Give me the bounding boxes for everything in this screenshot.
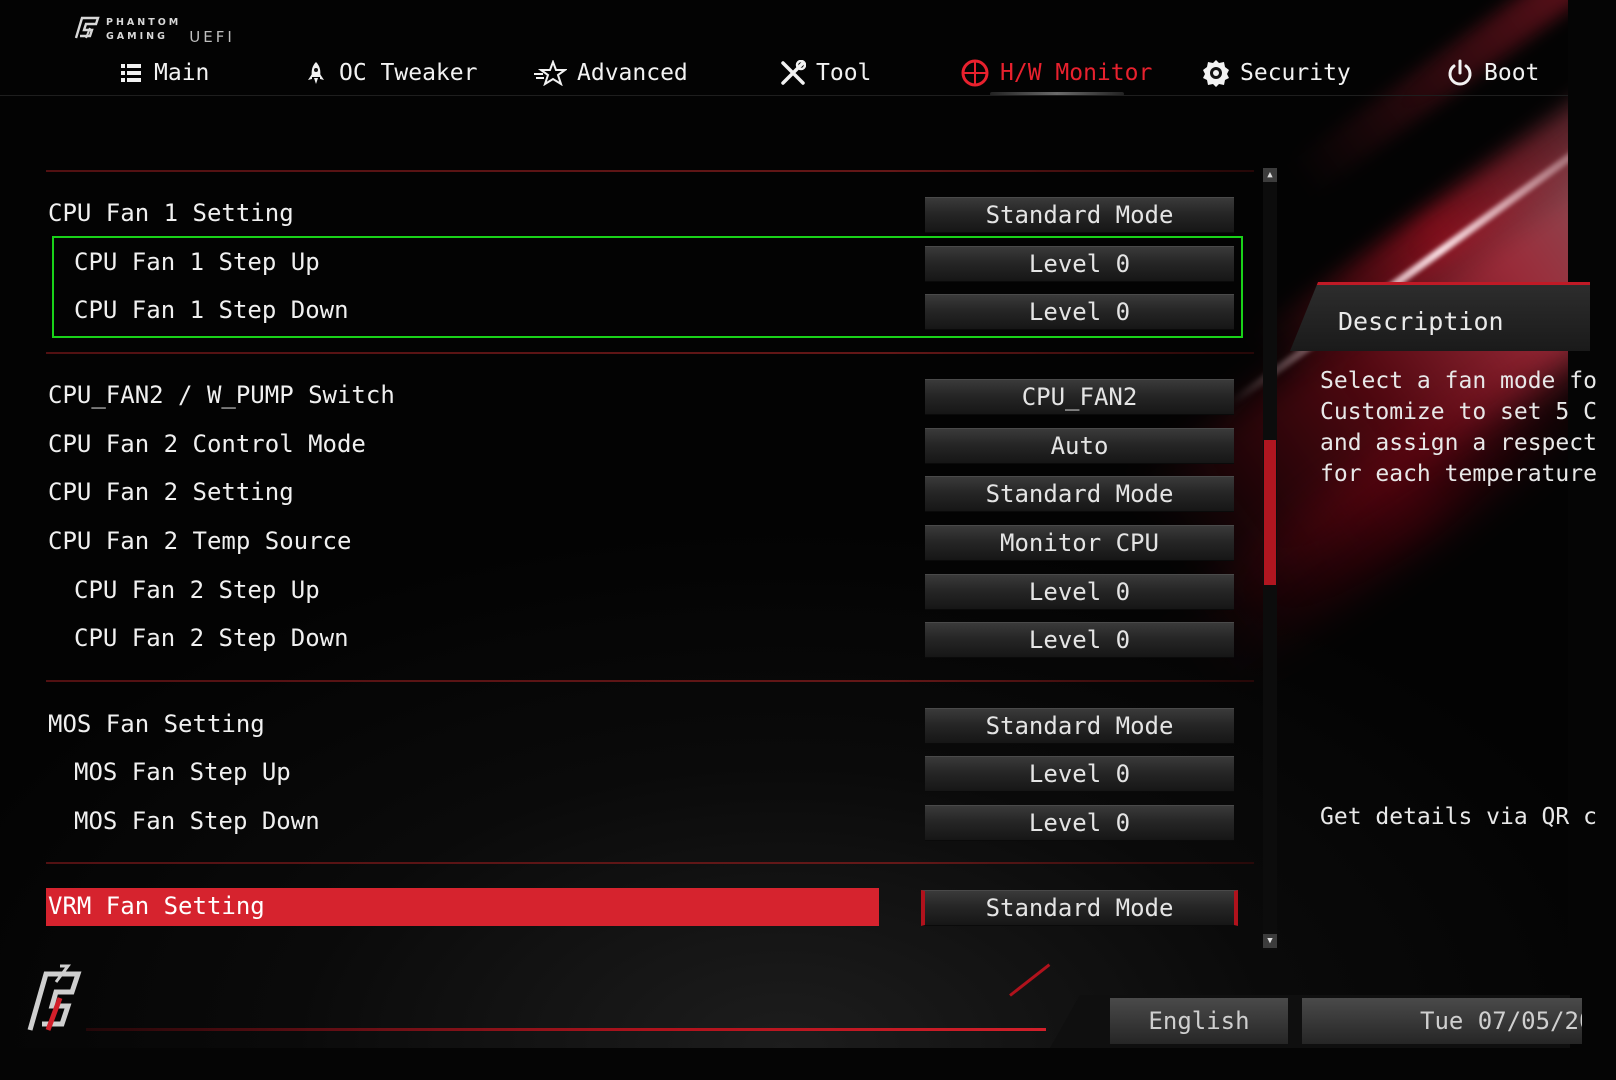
setting-value[interactable]: Standard Mode [925,708,1234,744]
setting-label: CPU Fan 2 Temp Source [48,527,352,555]
setting-row-cpu-fan1-step-up[interactable]: CPU Fan 1 Step Up Level 0 [46,240,1246,284]
list-icon [121,64,141,82]
setting-value[interactable]: Level 0 [925,756,1234,792]
tab-main-label: Main [154,60,210,86]
tab-oc-tweaker[interactable]: OC Tweaker [303,52,477,94]
tab-boot[interactable]: Boot [1446,52,1539,94]
setting-row-cpu-fan2-pump-switch[interactable]: CPU_FAN2 / W_PUMP Switch CPU_FAN2 [46,373,1246,417]
brand-line-2: GAMING [106,31,168,42]
setting-value[interactable]: Standard Mode [925,476,1234,512]
setting-label: MOS Fan Setting [48,710,265,738]
setting-row-cpu-fan2-step-down[interactable]: CPU Fan 2 Step Down Level 0 [46,616,1246,660]
description-text: Select a fan mode fo Customize to set 5 … [1320,368,1597,487]
setting-label: CPU Fan 2 Setting [48,478,294,506]
tab-security-label: Security [1240,60,1351,86]
setting-value[interactable]: Level 0 [925,622,1234,658]
monitor-gauge-icon [961,59,989,87]
setting-row-cpu-fan1-setting[interactable]: CPU Fan 1 Setting Standard Mode [46,191,1246,235]
setting-row-cpu-fan2-control-mode[interactable]: CPU Fan 2 Control Mode Auto [46,422,1246,466]
scroll-down-arrow-icon[interactable]: ▼ [1263,934,1277,948]
setting-label: MOS Fan Step Up [74,758,291,786]
setting-row-cpu-fan2-setting[interactable]: CPU Fan 2 Setting Standard Mode [46,470,1246,514]
setting-row-cpu-fan2-step-up[interactable]: CPU Fan 2 Step Up Level 0 [46,568,1246,612]
setting-row-cpu-fan1-step-down[interactable]: CPU Fan 1 Step Down Level 0 [46,288,1246,332]
setting-label: CPU Fan 1 Step Up [74,248,320,276]
setting-value[interactable]: Level 0 [925,805,1234,841]
tab-hw-monitor[interactable]: H/W Monitor [960,52,1153,96]
description-title: Description [1338,307,1504,336]
datetime-display: Tue 07/05/20 [1302,998,1582,1044]
description-header: Description [1290,282,1590,351]
setting-row-mos-fan-setting[interactable]: MOS Fan Setting Standard Mode [46,702,1246,746]
shield-badge-icon [1203,60,1229,87]
setting-row-mos-fan-step-down[interactable]: MOS Fan Step Down Level 0 [46,799,1246,843]
setting-value[interactable]: Level 0 [925,246,1234,282]
tab-main[interactable]: Main [118,52,209,94]
setting-value[interactable]: Auto [925,428,1234,464]
setting-row-vrm-fan-setting[interactable]: VRM Fan Setting Standard Mode [46,884,1246,928]
tab-boot-label: Boot [1484,60,1540,86]
phantom-gaming-emblem-icon [27,964,82,1031]
group-divider [46,170,1254,172]
tab-security[interactable]: Security [1202,52,1351,94]
setting-row-mos-fan-step-up[interactable]: MOS Fan Step Up Level 0 [46,750,1246,794]
setting-value[interactable]: Level 0 [925,294,1234,330]
tab-oc-tweaker-label: OC Tweaker [339,60,478,86]
scrollbar-thumb[interactable] [1264,440,1276,585]
main-navigation: Main OC Tweaker Advanced Tool H/W Monito… [0,52,1568,96]
setting-row-cpu-fan2-temp-source[interactable]: CPU Fan 2 Temp Source Monitor CPU [46,519,1246,563]
brand-product: UEFI [189,28,235,46]
group-divider [46,862,1254,864]
footer-accent-line [86,1028,1046,1031]
scroll-up-arrow-icon[interactable]: ▲ [1263,168,1277,182]
setting-value[interactable]: Standard Mode [925,197,1234,233]
tab-tool[interactable]: Tool [780,52,871,94]
tab-advanced[interactable]: Advanced [533,52,688,94]
tab-hw-monitor-label: H/W Monitor [1000,60,1153,86]
setting-label: VRM Fan Setting [48,892,265,920]
rocket-icon [308,62,324,84]
setting-value[interactable]: Standard Mode [921,890,1238,926]
tools-icon [781,60,806,85]
setting-value[interactable]: CPU_FAN2 [925,379,1234,415]
setting-label: CPU Fan 2 Step Down [74,624,349,652]
setting-value[interactable]: Level 0 [925,574,1234,610]
language-button[interactable]: English [1110,998,1288,1044]
tab-tool-label: Tool [816,60,872,86]
phantom-gaming-logo-icon [74,16,100,39]
setting-label: MOS Fan Step Down [74,807,320,835]
power-icon [1448,59,1472,86]
tab-advanced-label: Advanced [577,60,688,86]
description-qr-hint: Get details via QR c [1320,804,1597,830]
setting-label: CPU Fan 2 Step Up [74,576,320,604]
setting-label: CPU Fan 2 Control Mode [48,430,366,458]
group-divider [46,352,1254,354]
group-divider [46,680,1254,682]
brand-line-1: PHANTOM [106,17,182,28]
brand-logo: PHANTOM GAMING UEFI [72,14,235,46]
setting-label: CPU Fan 1 Setting [48,199,294,227]
setting-value[interactable]: Monitor CPU [925,525,1234,561]
setting-label: CPU Fan 1 Step Down [74,296,349,324]
setting-label: CPU_FAN2 / W_PUMP Switch [48,381,395,409]
star-icon [534,60,567,86]
nav-divider [0,95,1568,96]
